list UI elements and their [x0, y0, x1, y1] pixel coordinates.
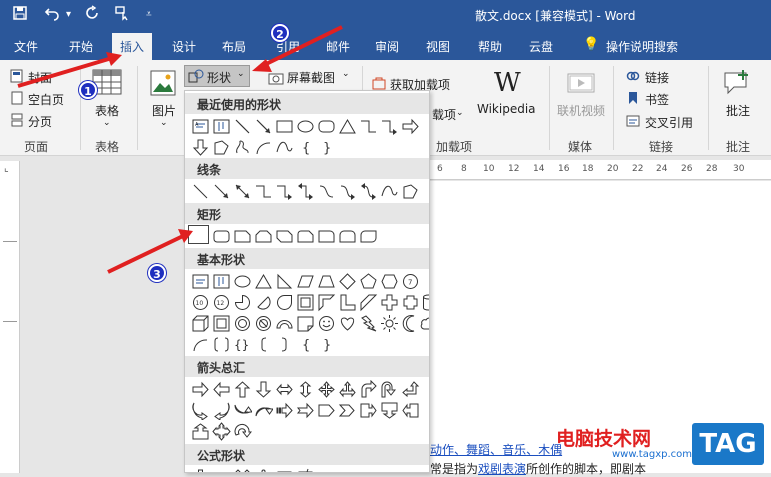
watermark-tag-logo: TAG	[692, 423, 764, 465]
watermark-url: www.tagxp.com	[612, 449, 692, 460]
step-badge-3: 3	[148, 264, 166, 282]
step-badge-1: 1	[79, 81, 97, 99]
annotation-arrows	[17, 25, 343, 274]
annotation-arrow-1	[17, 52, 122, 88]
annotation-arrow-2	[252, 25, 343, 72]
step-badge-2: 2	[271, 24, 289, 42]
watermark-text: 电脑技术网	[556, 428, 652, 450]
